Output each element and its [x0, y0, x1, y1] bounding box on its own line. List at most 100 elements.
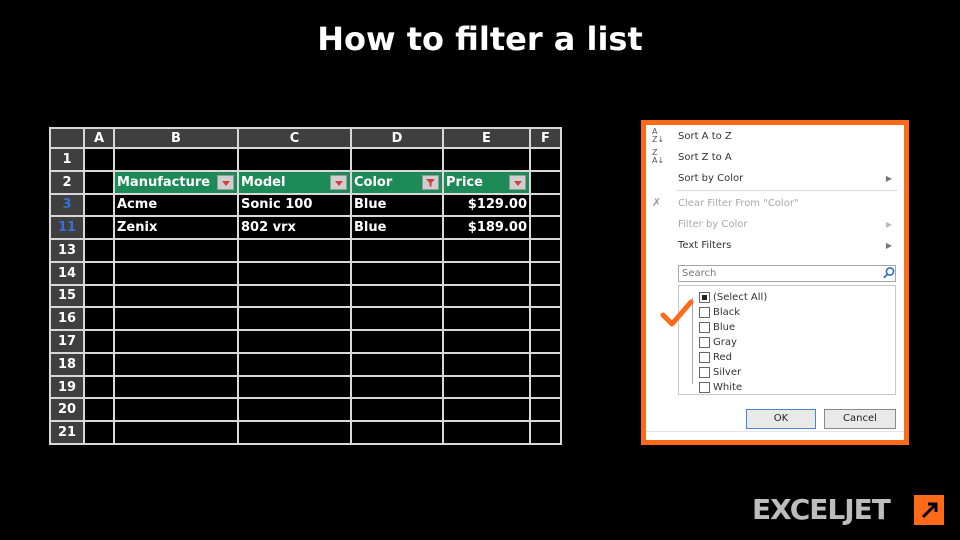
- sort-a-to-z-item[interactable]: A Z↓ Sort A to Z: [646, 127, 904, 147]
- cell-b18[interactable]: [113, 351, 239, 377]
- cell-c3[interactable]: Sonic 100: [237, 192, 352, 218]
- cell-e16[interactable]: [442, 306, 531, 332]
- clear-filter-item[interactable]: ✗ Clear Filter From "Color": [646, 194, 904, 214]
- cell-c20[interactable]: [237, 397, 352, 423]
- cell-d14[interactable]: [350, 260, 444, 286]
- cell-d20[interactable]: [350, 397, 444, 423]
- cell-a1[interactable]: [83, 147, 115, 172]
- row-header[interactable]: 1: [49, 147, 85, 172]
- select-all-checkbox[interactable]: [699, 292, 710, 303]
- column-header-f[interactable]: F: [529, 127, 562, 149]
- filter-option-checkbox[interactable]: [699, 382, 710, 393]
- cell-e11[interactable]: $189.00: [442, 215, 531, 241]
- cell-f3[interactable]: [529, 192, 562, 218]
- cell-f13[interactable]: [529, 238, 562, 263]
- cell-f18[interactable]: [529, 351, 562, 377]
- cell-c16[interactable]: [237, 306, 352, 332]
- cell-b11[interactable]: Zenix: [113, 215, 239, 241]
- sort-z-to-a-item[interactable]: Z A↓ Sort Z to A: [646, 148, 904, 168]
- filter-option-checkbox[interactable]: [699, 307, 710, 318]
- cell-b14[interactable]: [113, 260, 239, 286]
- cell-d13[interactable]: [350, 238, 444, 263]
- row-header[interactable]: 15: [49, 283, 85, 309]
- cell-c13[interactable]: [237, 238, 352, 263]
- cell-c2[interactable]: Model: [237, 169, 352, 195]
- cell-d3[interactable]: Blue: [350, 192, 444, 218]
- cell-a3[interactable]: [83, 192, 115, 218]
- cell-d16[interactable]: [350, 306, 444, 332]
- resize-grip[interactable]: [646, 431, 904, 440]
- cell-a2[interactable]: [83, 169, 115, 195]
- filter-dropdown-button[interactable]: [330, 174, 347, 190]
- cell-c19[interactable]: [237, 374, 352, 400]
- cell-a16[interactable]: [83, 306, 115, 332]
- cell-f1[interactable]: [529, 147, 562, 172]
- cell-b16[interactable]: [113, 306, 239, 332]
- row-header[interactable]: 20: [49, 397, 85, 423]
- cell-c11[interactable]: 802 vrx: [237, 215, 352, 241]
- cell-d2[interactable]: Color: [350, 169, 444, 195]
- cell-d18[interactable]: [350, 351, 444, 377]
- row-header[interactable]: 11: [49, 215, 85, 241]
- cell-a21[interactable]: [83, 420, 115, 445]
- cell-f17[interactable]: [529, 329, 562, 354]
- cell-b15[interactable]: [113, 283, 239, 309]
- select-all-corner[interactable]: [49, 127, 85, 149]
- column-header-a[interactable]: A: [83, 127, 115, 149]
- cell-a14[interactable]: [83, 260, 115, 286]
- cell-a13[interactable]: [83, 238, 115, 263]
- filter-by-color-item[interactable]: Filter by Color ▶: [646, 215, 904, 235]
- filter-values-list[interactable]: (Select All) Black Blue Gray Red Silver White: [678, 285, 896, 395]
- cell-e1[interactable]: [442, 147, 531, 172]
- cell-d11[interactable]: Blue: [350, 215, 444, 241]
- column-header-d[interactable]: D: [350, 127, 444, 149]
- cell-b20[interactable]: [113, 397, 239, 423]
- cell-d21[interactable]: [350, 420, 444, 445]
- cell-c21[interactable]: [237, 420, 352, 445]
- filter-option-checkbox[interactable]: [699, 337, 710, 348]
- cell-e2[interactable]: Price: [442, 169, 531, 195]
- text-filters-item[interactable]: Text Filters ▶: [646, 236, 904, 256]
- filter-dropdown-button[interactable]: [217, 174, 234, 190]
- cell-b19[interactable]: [113, 374, 239, 400]
- cell-e18[interactable]: [442, 351, 531, 377]
- search-input[interactable]: [678, 265, 896, 282]
- filter-option-checkbox[interactable]: [699, 367, 710, 378]
- column-header-b[interactable]: B: [113, 127, 239, 149]
- cell-b3[interactable]: Acme: [113, 192, 239, 218]
- cell-c17[interactable]: [237, 329, 352, 354]
- cell-d17[interactable]: [350, 329, 444, 354]
- cell-a18[interactable]: [83, 351, 115, 377]
- cell-e19[interactable]: [442, 374, 531, 400]
- cell-e14[interactable]: [442, 260, 531, 286]
- ok-button[interactable]: OK: [746, 409, 816, 429]
- cell-f14[interactable]: [529, 260, 562, 286]
- sort-by-color-item[interactable]: Sort by Color ▶: [646, 169, 904, 189]
- cell-a11[interactable]: [83, 215, 115, 241]
- filter-option-checkbox[interactable]: [699, 352, 710, 363]
- cell-d1[interactable]: [350, 147, 444, 172]
- row-header[interactable]: 18: [49, 351, 85, 377]
- cell-e13[interactable]: [442, 238, 531, 263]
- cell-c15[interactable]: [237, 283, 352, 309]
- cell-b13[interactable]: [113, 238, 239, 263]
- cancel-button[interactable]: Cancel: [824, 409, 896, 429]
- row-header[interactable]: 19: [49, 374, 85, 400]
- cell-b2[interactable]: Manufacture: [113, 169, 239, 195]
- cell-a19[interactable]: [83, 374, 115, 400]
- cell-e17[interactable]: [442, 329, 531, 354]
- cell-f20[interactable]: [529, 397, 562, 423]
- cell-d19[interactable]: [350, 374, 444, 400]
- column-header-c[interactable]: C: [237, 127, 352, 149]
- search-icon[interactable]: [882, 266, 896, 280]
- cell-f16[interactable]: [529, 306, 562, 332]
- cell-f2[interactable]: [529, 169, 562, 195]
- cell-d15[interactable]: [350, 283, 444, 309]
- row-header[interactable]: 21: [49, 420, 85, 445]
- active-filter-dropdown-button[interactable]: [422, 174, 439, 190]
- row-header[interactable]: 13: [49, 238, 85, 263]
- row-header[interactable]: 17: [49, 329, 85, 354]
- cell-c14[interactable]: [237, 260, 352, 286]
- cell-f11[interactable]: [529, 215, 562, 241]
- cell-b17[interactable]: [113, 329, 239, 354]
